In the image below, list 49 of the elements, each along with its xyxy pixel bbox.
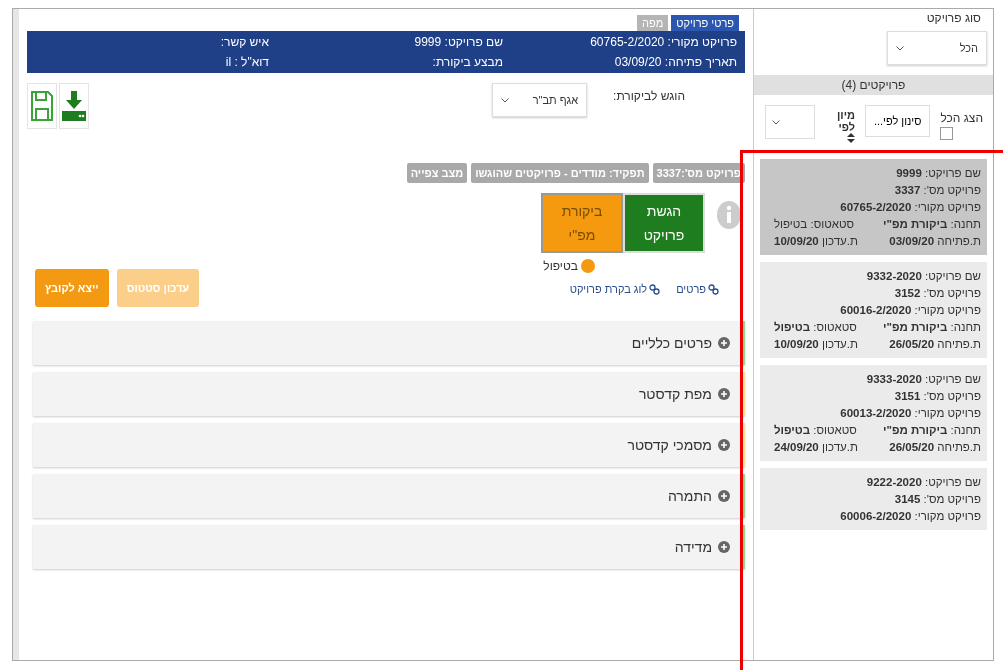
info-tag: פרויקט מס':3337 bbox=[652, 163, 745, 183]
info-field: איש קשר: bbox=[35, 35, 269, 49]
reviewer-dropdown[interactable]: אגף תב"ר bbox=[492, 83, 588, 117]
info-field: תאריך פתיחה: 03/09/20 bbox=[503, 55, 737, 69]
info-field: דוא"ל : il bbox=[35, 55, 269, 69]
project-field: תחנה: ביקורת מפ"י bbox=[883, 218, 981, 230]
info-tag: תפקיד: מודדים - פרויקטים שהוגשו bbox=[471, 163, 649, 183]
download-icon bbox=[62, 91, 86, 121]
filter-button[interactable]: סינון לפי... bbox=[864, 105, 931, 137]
project-type-dropdown[interactable]: הכל bbox=[887, 31, 987, 65]
chevron-icon bbox=[771, 119, 780, 125]
workflow-step[interactable]: הגשת פרויקט bbox=[623, 193, 705, 253]
accordion-section[interactable]: פרטים כלליים bbox=[33, 321, 745, 365]
projects-header: פרויקטים (4) bbox=[754, 75, 993, 95]
project-field: תחנה: ביקורת מפ"י bbox=[883, 424, 981, 436]
plus-circle-icon bbox=[718, 388, 730, 400]
plus-circle-icon bbox=[718, 337, 730, 349]
filter-label: סוג פרויקט bbox=[925, 11, 982, 25]
link-icon bbox=[649, 283, 661, 295]
project-field: סטאטוס: בטיפול bbox=[774, 424, 857, 436]
chevron-icon bbox=[896, 45, 904, 51]
accordion-section[interactable]: מדידה bbox=[33, 525, 745, 569]
plus-circle-icon bbox=[718, 439, 730, 451]
link[interactable]: לוג בקרת פרויקט bbox=[569, 283, 661, 295]
project-field: סטאטוס: בטיפול bbox=[774, 321, 857, 333]
accordion-section[interactable]: התמרה bbox=[33, 474, 745, 518]
status-label: בטיפול bbox=[543, 259, 578, 273]
accordion-section[interactable]: מפת קדסטר bbox=[33, 372, 745, 416]
project-field: סטאטוס: בטיפול bbox=[774, 218, 854, 230]
link[interactable]: פרטים bbox=[676, 283, 719, 295]
plus-circle-icon bbox=[718, 541, 730, 553]
accordion-section[interactable]: מסמכי קדסטר bbox=[33, 423, 745, 467]
info-field: מבצע ביקורת: bbox=[269, 55, 503, 69]
info-field: פרויקט מקורי: 60765-2/2020 bbox=[503, 35, 737, 49]
sort-icon[interactable] bbox=[846, 133, 855, 143]
info-field: שם פרויקט: 9999 bbox=[269, 35, 503, 49]
tab[interactable]: פרטי פרויקט bbox=[671, 15, 739, 31]
save-button[interactable] bbox=[27, 83, 57, 129]
show-all-checkbox[interactable] bbox=[940, 127, 954, 140]
info-tag: מצב צפייה bbox=[406, 163, 468, 183]
sort-label: מיון לפי bbox=[836, 109, 855, 133]
submitted-label: הוגש לביקורת: bbox=[613, 89, 685, 103]
plus-circle-icon bbox=[718, 490, 730, 502]
show-all-label: הצג הכל bbox=[940, 111, 983, 125]
link-icon bbox=[708, 283, 719, 295]
chevron-icon bbox=[501, 97, 510, 103]
info-icon[interactable] bbox=[717, 201, 741, 229]
project-field: תחנה: ביקורת מפ"י bbox=[883, 321, 981, 333]
download-button[interactable] bbox=[59, 83, 89, 129]
